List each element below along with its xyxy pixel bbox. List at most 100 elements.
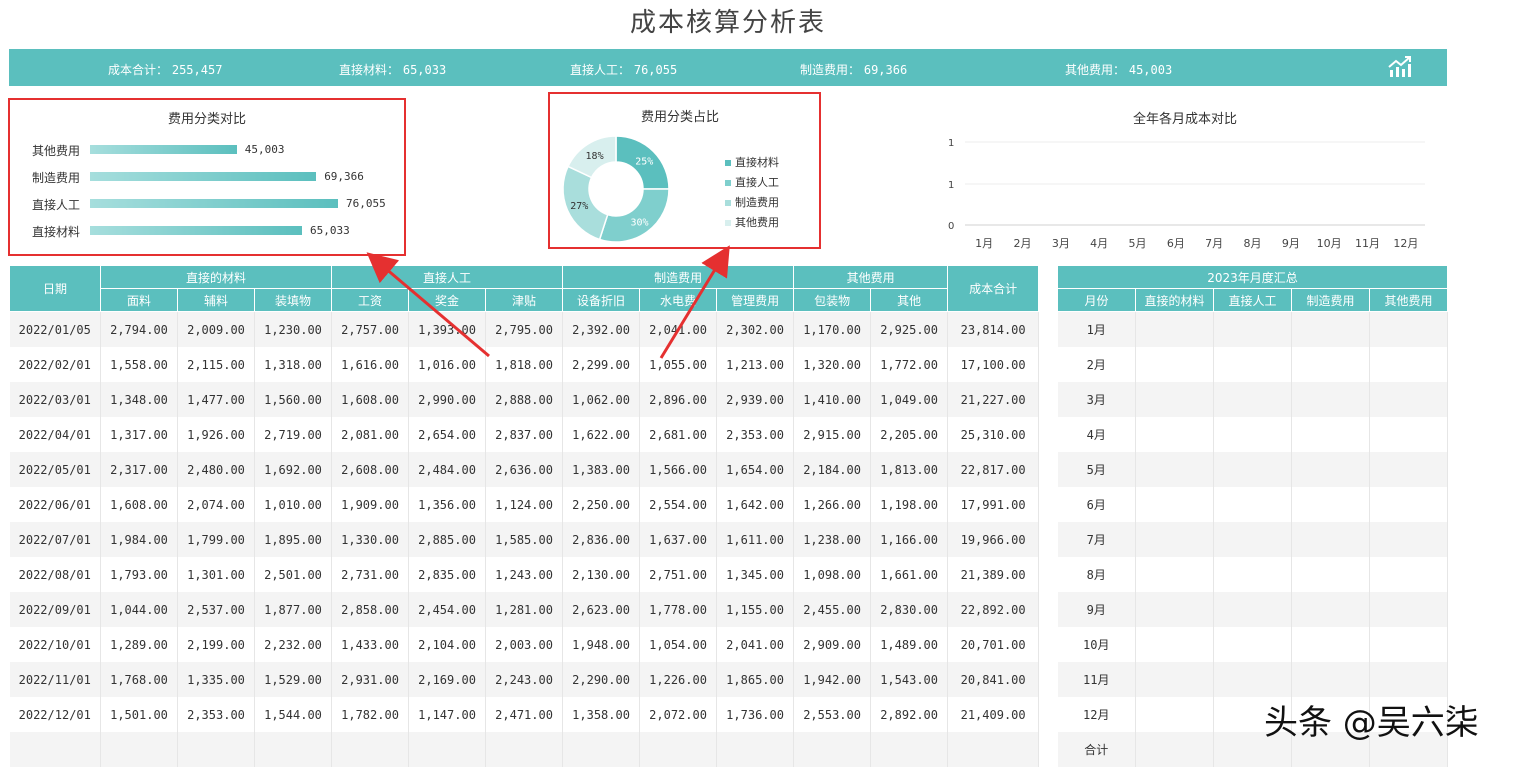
month-cell[interactable]: 4月 xyxy=(1057,417,1136,452)
summary-value-cell[interactable] xyxy=(1135,662,1214,697)
value-cell[interactable]: 2,041.00 xyxy=(716,627,795,662)
summary-value-cell[interactable] xyxy=(1291,662,1370,697)
value-cell[interactable]: 1,289.00 xyxy=(100,627,178,662)
month-cell[interactable]: 7月 xyxy=(1057,522,1136,557)
value-cell[interactable]: 1,358.00 xyxy=(562,697,641,732)
value-cell[interactable]: 2,205.00 xyxy=(870,417,949,452)
value-cell[interactable]: 1,544.00 xyxy=(254,697,333,732)
summary-value-cell[interactable] xyxy=(1135,627,1214,662)
value-cell[interactable]: 1,799.00 xyxy=(177,522,255,557)
summary-value-cell[interactable] xyxy=(1135,382,1214,417)
summary-value-cell[interactable] xyxy=(1291,592,1370,627)
summary-value-cell[interactable] xyxy=(1369,417,1449,452)
value-cell[interactable]: 1,692.00 xyxy=(254,452,333,487)
value-cell[interactable]: 19,966.00 xyxy=(947,522,1040,557)
value-cell[interactable]: 2,719.00 xyxy=(254,417,333,452)
value-cell[interactable]: 1,016.00 xyxy=(408,347,487,382)
value-cell[interactable]: 2,317.00 xyxy=(100,452,178,487)
value-cell[interactable]: 1,566.00 xyxy=(639,452,718,487)
month-cell[interactable]: 8月 xyxy=(1057,557,1136,592)
value-cell[interactable]: 2,480.00 xyxy=(177,452,255,487)
value-cell[interactable]: 2,074.00 xyxy=(177,487,255,522)
value-cell[interactable]: 1,984.00 xyxy=(100,522,178,557)
value-cell[interactable]: 2,892.00 xyxy=(870,697,949,732)
summary-value-cell[interactable] xyxy=(1369,452,1449,487)
value-cell[interactable]: 2,041.00 xyxy=(639,311,718,347)
value-cell[interactable]: 17,100.00 xyxy=(947,347,1040,382)
value-cell[interactable]: 1,608.00 xyxy=(100,487,178,522)
value-cell[interactable]: 2,484.00 xyxy=(408,452,487,487)
date-cell[interactable]: 2022/07/01 xyxy=(9,522,101,557)
value-cell[interactable]: 1,926.00 xyxy=(177,417,255,452)
value-cell[interactable]: 2,836.00 xyxy=(562,522,641,557)
value-cell[interactable]: 1,049.00 xyxy=(870,382,949,417)
value-cell[interactable]: 2,169.00 xyxy=(408,662,487,697)
value-cell[interactable]: 1,608.00 xyxy=(331,382,410,417)
summary-value-cell[interactable] xyxy=(1291,627,1370,662)
month-cell[interactable]: 1月 xyxy=(1057,311,1136,347)
summary-value-cell[interactable] xyxy=(1291,522,1370,557)
value-cell[interactable]: 2,915.00 xyxy=(793,417,872,452)
summary-value-cell[interactable] xyxy=(1369,557,1449,592)
summary-value-cell[interactable] xyxy=(1369,311,1449,347)
value-cell[interactable]: 2,751.00 xyxy=(639,557,718,592)
value-cell[interactable]: 1,062.00 xyxy=(562,382,641,417)
value-cell[interactable]: 1,055.00 xyxy=(639,347,718,382)
summary-value-cell[interactable] xyxy=(1369,487,1449,522)
value-cell[interactable]: 1,948.00 xyxy=(562,627,641,662)
value-cell[interactable]: 2,731.00 xyxy=(331,557,410,592)
value-cell[interactable]: 2,925.00 xyxy=(870,311,949,347)
value-cell[interactable]: 22,892.00 xyxy=(947,592,1040,627)
month-cell[interactable]: 2月 xyxy=(1057,347,1136,382)
value-cell[interactable]: 1,560.00 xyxy=(254,382,333,417)
summary-value-cell[interactable] xyxy=(1213,627,1292,662)
summary-value-cell[interactable] xyxy=(1369,662,1449,697)
summary-value-cell[interactable] xyxy=(1135,592,1214,627)
summary-value-cell[interactable] xyxy=(1291,487,1370,522)
value-cell[interactable]: 1,393.00 xyxy=(408,311,487,347)
value-cell[interactable]: 2,184.00 xyxy=(793,452,872,487)
value-cell[interactable]: 2,501.00 xyxy=(254,557,333,592)
value-cell[interactable]: 1,813.00 xyxy=(870,452,949,487)
value-cell[interactable]: 2,471.00 xyxy=(485,697,564,732)
date-cell[interactable]: 2022/03/01 xyxy=(9,382,101,417)
value-cell[interactable]: 1,243.00 xyxy=(485,557,564,592)
value-cell[interactable]: 1,736.00 xyxy=(716,697,795,732)
date-cell[interactable]: 2022/06/01 xyxy=(9,487,101,522)
month-cell[interactable]: 6月 xyxy=(1057,487,1136,522)
value-cell[interactable]: 2,130.00 xyxy=(562,557,641,592)
summary-value-cell[interactable] xyxy=(1213,347,1292,382)
value-cell[interactable]: 2,072.00 xyxy=(639,697,718,732)
value-cell[interactable]: 1,637.00 xyxy=(639,522,718,557)
value-cell[interactable]: 1,098.00 xyxy=(793,557,872,592)
value-cell[interactable]: 1,335.00 xyxy=(177,662,255,697)
month-cell[interactable]: 9月 xyxy=(1057,592,1136,627)
value-cell[interactable]: 2,623.00 xyxy=(562,592,641,627)
value-cell[interactable]: 1,558.00 xyxy=(100,347,178,382)
summary-value-cell[interactable] xyxy=(1213,662,1292,697)
value-cell[interactable]: 1,238.00 xyxy=(793,522,872,557)
value-cell[interactable]: 1,410.00 xyxy=(793,382,872,417)
value-cell[interactable]: 1,147.00 xyxy=(408,697,487,732)
value-cell[interactable]: 1,477.00 xyxy=(177,382,255,417)
summary-value-cell[interactable] xyxy=(1369,592,1449,627)
value-cell[interactable]: 1,585.00 xyxy=(485,522,564,557)
value-cell[interactable]: 1,909.00 xyxy=(331,487,410,522)
value-cell[interactable]: 2,554.00 xyxy=(639,487,718,522)
date-cell[interactable]: 2022/12/01 xyxy=(9,697,101,732)
summary-value-cell[interactable] xyxy=(1369,627,1449,662)
value-cell[interactable]: 1,383.00 xyxy=(562,452,641,487)
value-cell[interactable]: 2,302.00 xyxy=(716,311,795,347)
date-cell[interactable]: 2022/08/01 xyxy=(9,557,101,592)
summary-value-cell[interactable] xyxy=(1213,592,1292,627)
value-cell[interactable]: 1,543.00 xyxy=(870,662,949,697)
value-cell[interactable]: 2,232.00 xyxy=(254,627,333,662)
summary-value-cell[interactable] xyxy=(1213,522,1292,557)
summary-value-cell[interactable] xyxy=(1135,347,1214,382)
value-cell[interactable]: 2,888.00 xyxy=(485,382,564,417)
value-cell[interactable]: 17,991.00 xyxy=(947,487,1040,522)
date-cell[interactable]: 2022/04/01 xyxy=(9,417,101,452)
value-cell[interactable]: 20,701.00 xyxy=(947,627,1040,662)
value-cell[interactable]: 1,318.00 xyxy=(254,347,333,382)
value-cell[interactable]: 1,226.00 xyxy=(639,662,718,697)
